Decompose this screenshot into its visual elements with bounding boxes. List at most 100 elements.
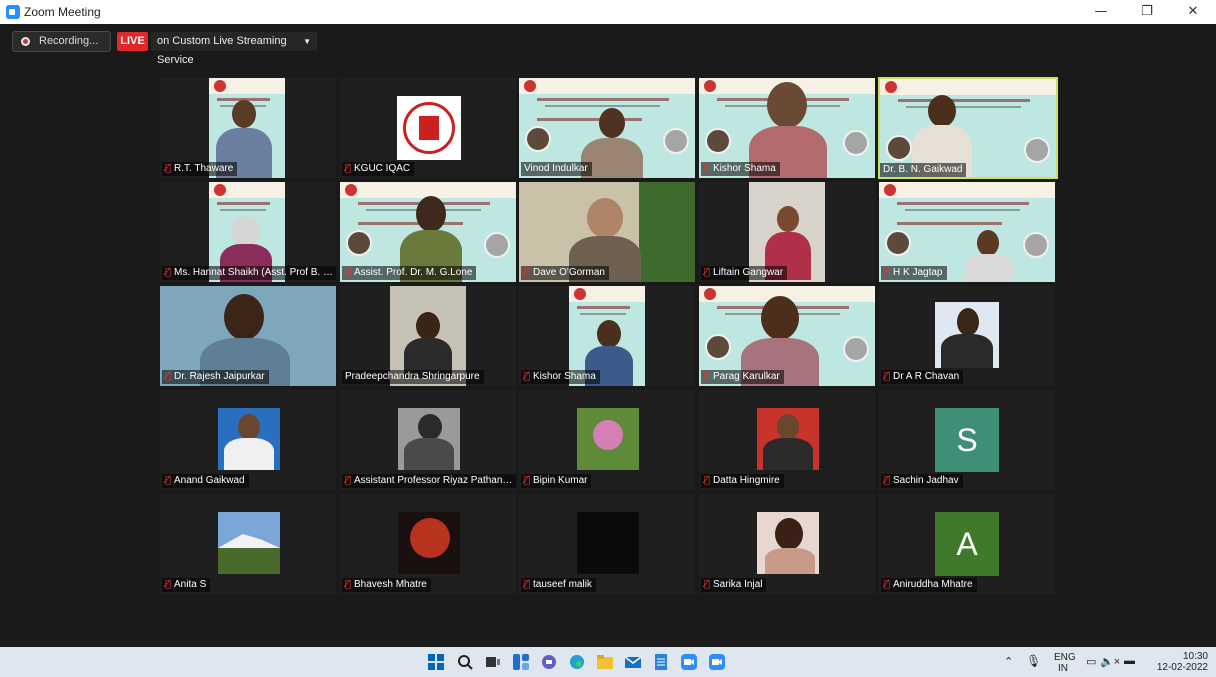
participant-tile[interactable]: 🎙̸ Parag Karulkar (699, 286, 875, 386)
participant-tile[interactable]: 🎙̸ R.T. Thaware (160, 78, 336, 178)
participant-name: 🎙̸ Sarika Injal (701, 578, 767, 592)
mic-muted-icon: 🎙̸ (345, 579, 352, 590)
participant-name: 🎙̸ Bhavesh Mhatre (342, 578, 431, 592)
mic-muted-icon: 🎙̸ (524, 475, 531, 486)
participant-name: 🎙̸ Ms. Hannat Shaikh (Asst. Prof B. C... (162, 266, 336, 280)
mic-muted-icon: 🎙̸ (345, 475, 352, 486)
participant-name: 🎙̸ Datta Hingmire (701, 474, 784, 488)
participant-name: 🎙̸ tauseef malik (521, 578, 596, 592)
live-stream-dropdown[interactable]: on Custom Live Streaming Service ▼ (151, 32, 317, 66)
participant-name: 🎙̸ Anand Gaikwad (162, 474, 249, 488)
participant-name: 🎙̸ Dave O'Gorman (521, 266, 609, 280)
participant-tile[interactable]: 🎙̸ tauseef malik (519, 494, 695, 594)
participant-tile[interactable]: 🎙̸ Dr A R Chavan (879, 286, 1055, 386)
mic-muted-icon: 🎙̸ (165, 371, 172, 382)
recording-indicator[interactable]: Recording... (12, 31, 111, 52)
participant-name: 🎙̸ H K Jagtap (881, 266, 947, 280)
participant-name: 🎙̸ Dr A R Chavan (881, 370, 964, 384)
clock[interactable]: 10:30 12-02-2022 (1146, 651, 1208, 673)
mic-muted-icon: 🎙̸ (524, 579, 531, 590)
participant-name: 🎙̸ Kishor Shama (521, 370, 600, 384)
recording-label: Recording... (39, 35, 99, 47)
zoom-meeting-icon[interactable] (709, 654, 725, 670)
mic-muted-icon: 🎙̸ (704, 579, 711, 590)
windows-taskbar: ⌃ 🎙 ENG IN ▭ 🔈× ▬ 10:30 12-02-2022 (0, 647, 1216, 677)
volume-muted-icon[interactable]: 🔈× (1100, 655, 1120, 668)
participant-name: 🎙̸ Kishor Shama (701, 162, 780, 176)
avatar: S (935, 408, 999, 472)
mic-muted-icon: 🎙̸ (884, 579, 891, 590)
notepad-icon[interactable] (653, 654, 669, 670)
participant-name: 🎙̸ Liftain Gangwar (701, 266, 788, 280)
mic-muted-icon: 🎙̸ (524, 371, 531, 382)
minimize-button[interactable]: — (1078, 0, 1124, 24)
participant-name: 🎙̸ Sachin Jadhav (881, 474, 963, 488)
live-badge: LIVE (117, 32, 148, 51)
zoom-app-icon[interactable] (681, 654, 697, 670)
participant-tile[interactable]: Vinod Indulkar (519, 78, 695, 178)
mic-muted-icon: 🎙̸ (884, 475, 891, 486)
widgets-icon[interactable] (513, 654, 529, 670)
participant-tile[interactable]: 🎙̸ Assistant Professor Riyaz Pathan(... (340, 390, 516, 490)
record-icon (21, 37, 30, 46)
window-title: Zoom Meeting (24, 5, 101, 19)
task-view-icon[interactable] (485, 654, 501, 670)
participant-tile-active-speaker[interactable]: Dr. B. N. Gaikwad (878, 77, 1058, 179)
start-icon[interactable] (428, 654, 444, 670)
participant-name: Pradeepchandra Shringarpure (342, 370, 484, 384)
participant-tile[interactable]: 🎙̸ Liftain Gangwar (699, 182, 875, 282)
mail-icon[interactable] (624, 654, 642, 670)
participant-name: 🎙̸ Assist. Prof. Dr. M. G.Lone (342, 266, 477, 280)
participant-tile[interactable]: 🎙̸ H K Jagtap (879, 182, 1055, 282)
participant-name: 🎙̸ Assistant Professor Riyaz Pathan(... (342, 474, 516, 488)
participant-tile[interactable]: 🎙̸ Anita S (160, 494, 336, 594)
mic-muted-icon: 🎙̸ (345, 267, 352, 278)
participant-tile[interactable]: 🎙̸ Assist. Prof. Dr. M. G.Lone (340, 182, 516, 282)
participant-tile[interactable]: 🎙̸ Bhavesh Mhatre (340, 494, 516, 594)
zoom-logo-icon (6, 5, 20, 19)
participant-tile[interactable]: 🎙̸ Dr. Rajesh Jaipurkar (160, 286, 336, 386)
participant-tile[interactable]: 🎙̸ Ms. Hannat Shaikh (Asst. Prof B. C... (160, 182, 336, 282)
restore-button[interactable]: ❐ (1124, 0, 1170, 24)
participant-name: 🎙̸ Bipin Kumar (521, 474, 592, 488)
participant-tile[interactable]: A 🎙̸ Aniruddha Mhatre (879, 494, 1055, 594)
participant-name: 🎙̸ R.T. Thaware (162, 162, 238, 176)
mic-muted-icon: 🎙̸ (165, 267, 172, 278)
mic-muted-icon: 🎙̸ (704, 163, 711, 174)
mic-muted-icon: 🎙̸ (884, 371, 891, 382)
participant-tile[interactable]: 🎙̸ Kishor Shama (699, 78, 875, 178)
mic-muted-icon: 🎙̸ (345, 163, 352, 174)
mic-muted-icon: 🎙̸ (884, 267, 891, 278)
microphone-icon[interactable]: 🎙 (1026, 654, 1041, 668)
participant-name: 🎙̸ Anita S (162, 578, 211, 592)
participant-tile[interactable]: 🎙̸ Bipin Kumar (519, 390, 695, 490)
mic-muted-icon: 🎙̸ (704, 267, 711, 278)
chat-icon[interactable] (541, 654, 557, 670)
participant-name: 🎙̸ Aniruddha Mhatre (881, 578, 977, 592)
mic-muted-icon: 🎙̸ (524, 267, 531, 278)
close-button[interactable]: ✕ (1170, 0, 1216, 24)
participant-name: Dr. B. N. Gaikwad (880, 163, 967, 177)
participant-name: 🎙̸ KGUC IQAC (342, 162, 415, 176)
participant-tile[interactable]: 🎙̸ Anand Gaikwad (160, 390, 336, 490)
language-indicator[interactable]: ENG IN (1054, 652, 1076, 674)
participant-name: 🎙̸ Dr. Rajesh Jaipurkar (162, 370, 269, 384)
mic-muted-icon: 🎙̸ (704, 475, 711, 486)
participant-tile[interactable]: 🎙̸ Kishor Shama (519, 286, 695, 386)
participant-tile[interactable]: 🎙̸ Dave O'Gorman (519, 182, 695, 282)
participant-tile[interactable]: S 🎙̸ Sachin Jadhav (879, 390, 1055, 490)
mic-muted-icon: 🎙̸ (165, 579, 172, 590)
participant-tile[interactable]: Pradeepchandra Shringarpure (340, 286, 516, 386)
participant-tile[interactable]: 🎙̸ Sarika Injal (699, 494, 875, 594)
avatar: A (935, 512, 999, 576)
file-explorer-icon[interactable] (597, 654, 613, 670)
window-titlebar: Zoom Meeting — ❐ ✕ (0, 0, 1216, 24)
search-icon[interactable] (457, 654, 473, 670)
show-hidden-icons-icon[interactable]: ⌃ (1004, 655, 1013, 668)
edge-browser-icon[interactable] (569, 654, 585, 670)
network-icon[interactable]: ▭ (1086, 655, 1096, 668)
participant-tile[interactable]: 🎙̸ KGUC IQAC (340, 78, 516, 178)
participant-tile[interactable]: 🎙̸ Datta Hingmire (699, 390, 875, 490)
chevron-down-icon: ▼ (303, 37, 311, 46)
battery-icon[interactable]: ▬ (1124, 655, 1135, 667)
